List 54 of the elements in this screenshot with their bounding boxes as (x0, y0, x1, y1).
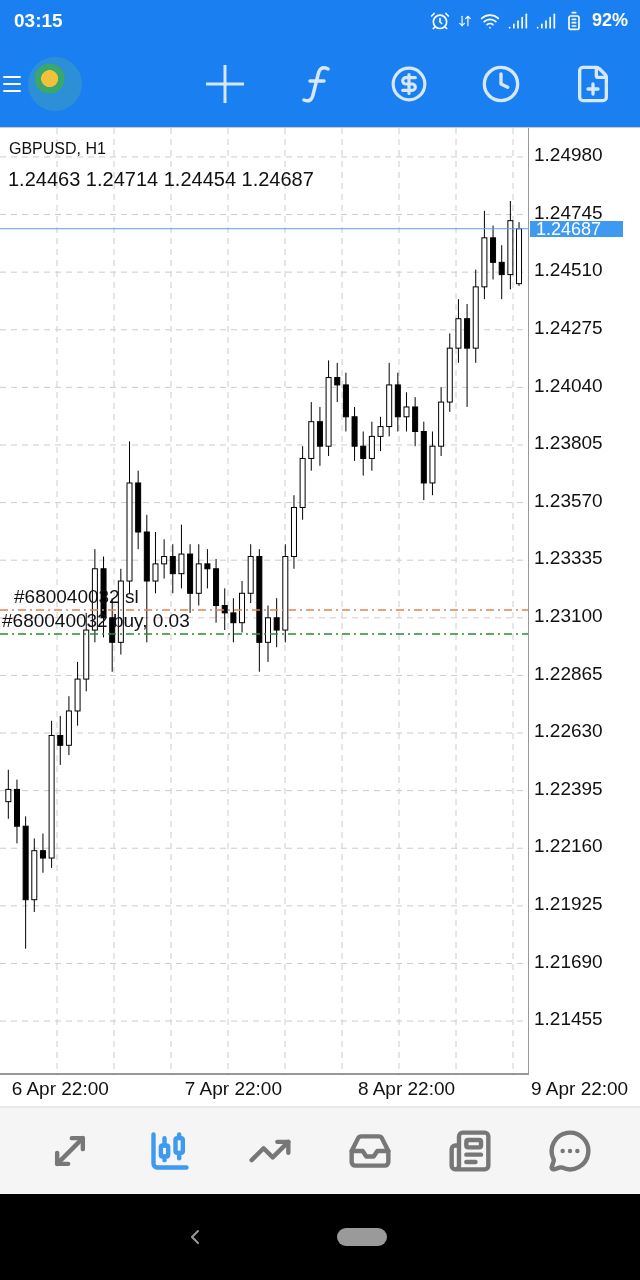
price-tick-label: 1.24745 (534, 205, 603, 220)
order-line[interactable] (0, 609, 529, 611)
candle (516, 221, 522, 287)
price-tick-label: 1.23805 (534, 436, 603, 450)
price-tick-label: 1.23335 (534, 551, 603, 566)
candle (152, 531, 159, 594)
data-icon (457, 13, 472, 28)
alarm-icon (429, 10, 450, 31)
battery-level: 92% (591, 10, 628, 32)
time-tick-label: 9 Apr 22:00 (531, 1078, 629, 1101)
order-line[interactable] (0, 633, 529, 635)
candle (455, 298, 462, 364)
ohlc-values: 1.24463 1.24714 1.24454 1.24687 (8, 168, 314, 192)
candle (204, 548, 211, 590)
candle (429, 431, 436, 496)
time-tick-label: 8 Apr 22:00 (357, 1078, 456, 1101)
price-tick-label: 1.22630 (534, 724, 603, 739)
dollar-icon (390, 65, 428, 104)
app-logo-icon[interactable] (28, 57, 82, 112)
home-handle[interactable] (337, 1227, 387, 1246)
price-tick-label: 1.22865 (534, 666, 603, 681)
candle (403, 391, 410, 433)
price-tick-label: 1.24510 (534, 263, 603, 278)
candle (74, 661, 81, 727)
time-tick-label: 7 Apr 22:00 (184, 1078, 282, 1101)
candle (351, 406, 358, 462)
price-tick-label: 1.24040 (534, 378, 603, 393)
price-tick-label: 1.24275 (534, 320, 603, 335)
candle (5, 769, 12, 820)
price-tick-label: 1.21690 (534, 954, 603, 969)
candle (377, 416, 384, 452)
price-tick-label: 1.22160 (534, 839, 603, 854)
current-price-tag: 1.24687 (530, 220, 623, 237)
price-tick-label: 1.23570 (534, 493, 603, 508)
candle (14, 779, 20, 844)
function-icon (302, 64, 332, 105)
candle (178, 524, 185, 590)
candle (265, 605, 271, 663)
candle (230, 597, 237, 643)
price-tick-label: 1.22395 (534, 781, 603, 796)
price-tick-label: 1.23100 (534, 608, 603, 623)
candle (273, 597, 280, 648)
chat-tab[interactable] (548, 1128, 592, 1173)
price-tick-label: 1.21455 (534, 1012, 603, 1027)
clock-icon (481, 64, 521, 105)
price-tick-label: 1.21925 (534, 896, 603, 911)
price-tick-label: 1.24980 (534, 147, 603, 162)
symbol-label: GBPUSD, H1 (9, 140, 106, 159)
newspaper-tab[interactable] (448, 1128, 492, 1173)
time-tick-label: 6 Apr 22:00 (11, 1078, 109, 1101)
crosshair-icon (204, 63, 246, 106)
newspaper-icon (448, 1128, 492, 1173)
clock-time: 03:15 (14, 9, 64, 32)
chat-icon (548, 1128, 592, 1173)
